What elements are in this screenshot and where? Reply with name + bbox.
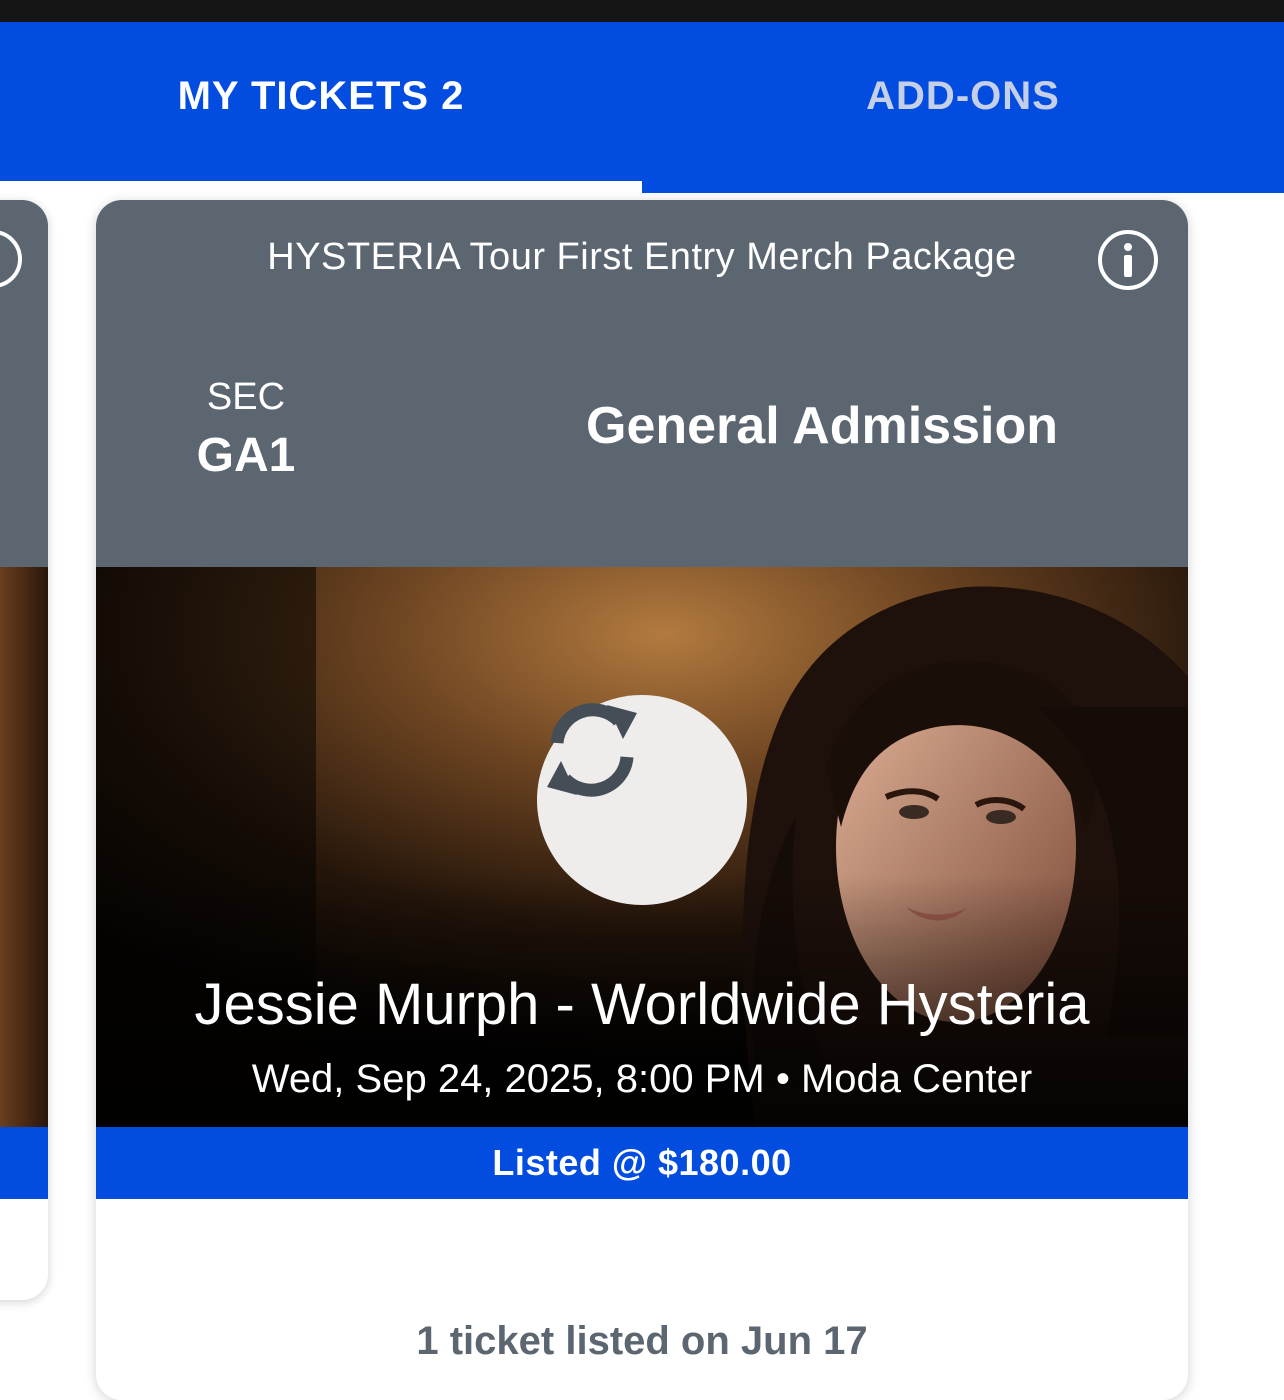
listed-price: Listed @ $180.00 <box>492 1142 792 1183</box>
listing-status: 1 ticket listed on Jun 17 <box>416 1319 868 1363</box>
admission-type: General Admission <box>586 397 1058 455</box>
event-venue: Moda Center <box>800 1057 1033 1101</box>
separator-dot: • <box>775 1057 790 1101</box>
info-icon[interactable] <box>1098 230 1158 290</box>
event-title: Jessie Murph - Worldwide Hysteria <box>194 972 1090 1037</box>
refresh-icon <box>547 703 637 797</box>
ticket-header: HYSTERIA Tour First Entry Merch Package … <box>96 200 1188 567</box>
event-image: Jessie Murph - Worldwide Hysteria Wed, S… <box>96 567 1188 1127</box>
active-tab-indicator <box>0 181 642 193</box>
tab-add-ons[interactable]: ADD-ONS <box>642 22 1284 193</box>
info-icon[interactable] <box>0 230 22 288</box>
event-details: Wed, Sep 24, 2025, 8:00 PM • Moda Center <box>96 1057 1188 1102</box>
previous-ticket-card[interactable] <box>0 200 48 1300</box>
ticket-footer: 1 ticket listed on Jun 17 <box>96 1199 1188 1400</box>
event-datetime: Wed, Sep 24, 2025, 8:00 PM <box>251 1057 765 1101</box>
status-bar <box>0 0 1284 22</box>
previous-ticket-listed-strip <box>0 1127 48 1199</box>
package-title: HYSTERIA Tour First Entry Merch Package <box>267 236 1017 278</box>
tab-my-tickets-label: MY TICKETS 2 <box>177 74 465 118</box>
tab-my-tickets[interactable]: MY TICKETS 2 <box>0 22 642 193</box>
section-label: SEC <box>206 376 286 418</box>
tab-add-ons-label: ADD-ONS <box>866 74 1060 118</box>
tickets-carousel: HYSTERIA Tour First Entry Merch Package … <box>0 193 1284 1400</box>
section-value: GA1 <box>196 429 296 482</box>
tab-bar: MY TICKETS 2 ADD-ONS <box>0 22 1284 193</box>
previous-ticket-header <box>0 200 48 567</box>
info-glyph <box>1124 243 1132 277</box>
previous-ticket-footer <box>0 1199 48 1300</box>
listed-price-banner: Listed @ $180.00 <box>96 1127 1188 1199</box>
ticket-card[interactable]: HYSTERIA Tour First Entry Merch Package … <box>96 200 1188 1400</box>
previous-ticket-image <box>0 567 48 1127</box>
refresh-button[interactable] <box>537 695 747 905</box>
